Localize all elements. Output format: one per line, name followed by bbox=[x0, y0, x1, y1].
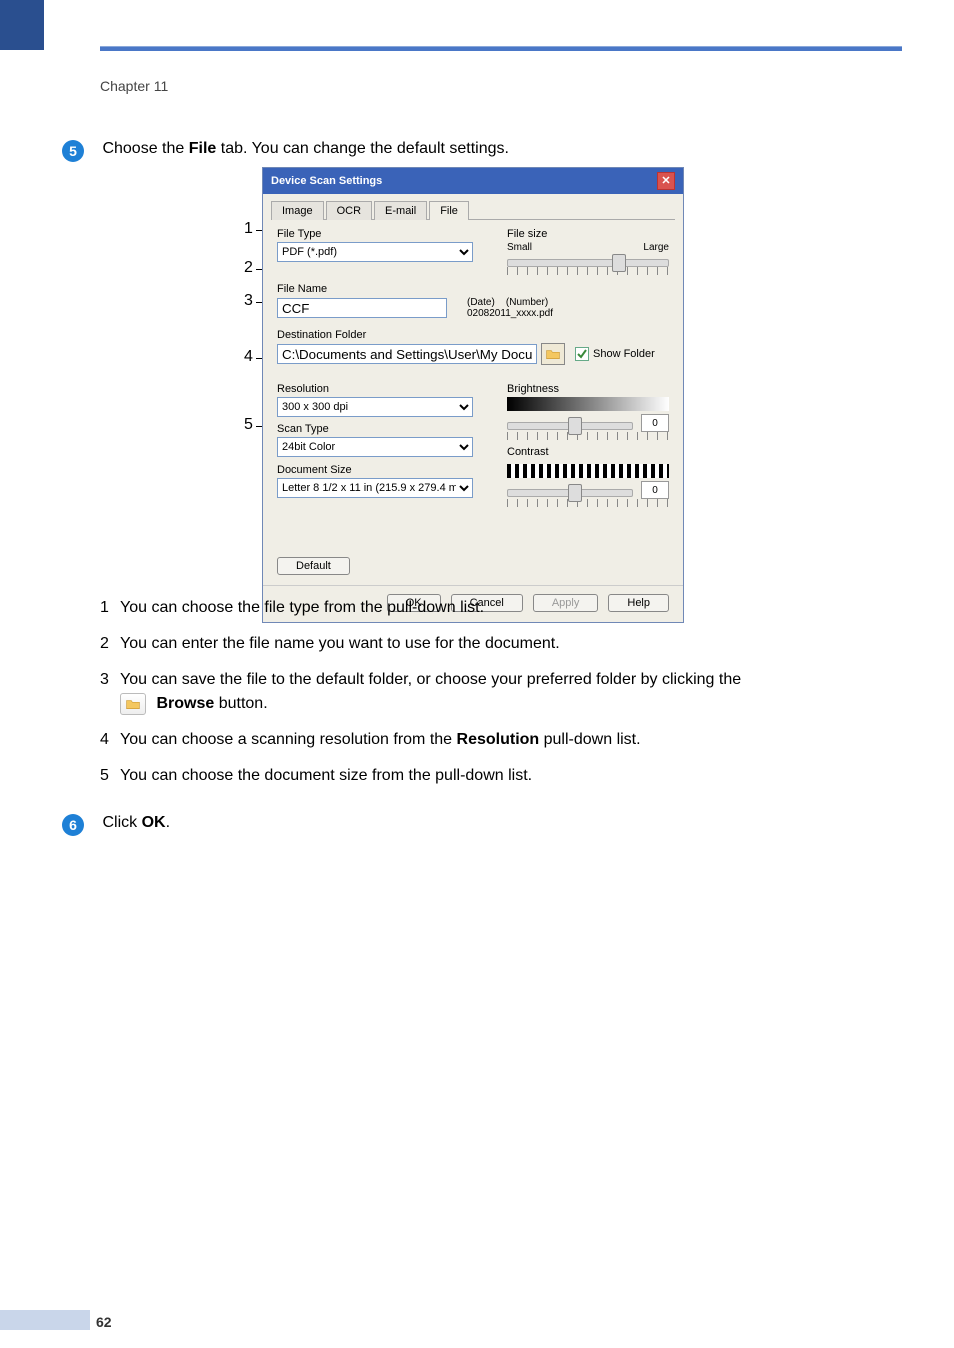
text: tab. You can change the default settings… bbox=[216, 140, 509, 157]
brightness-gradient bbox=[507, 397, 669, 411]
text: Click bbox=[102, 814, 141, 831]
text-bold: OK bbox=[142, 814, 166, 831]
dest-folder-input[interactable] bbox=[277, 344, 537, 364]
page-number: 62 bbox=[96, 1314, 112, 1330]
text: You can save the file to the default fol… bbox=[120, 671, 741, 688]
text: . bbox=[166, 814, 170, 831]
page-num-bg bbox=[0, 1310, 90, 1330]
list-item: 2 You can enter the file name you want t… bbox=[100, 632, 894, 656]
doc-size-select[interactable]: Letter 8 1/2 x 11 in (215.9 x 279.4 mm) bbox=[277, 478, 473, 498]
dest-folder-label: Destination Folder bbox=[277, 329, 669, 341]
scan-type-select[interactable]: 24bit Color bbox=[277, 437, 473, 457]
brightness-value: 0 bbox=[641, 414, 669, 432]
text-bold: Browse bbox=[156, 695, 214, 712]
date-label: (Date) bbox=[467, 297, 495, 308]
file-size-large: Large bbox=[643, 242, 669, 253]
file-size-label: File size bbox=[507, 228, 669, 240]
contrast-gradient bbox=[507, 464, 669, 478]
device-scan-settings-dialog: Device Scan Settings ✕ Image OCR E-mail … bbox=[262, 167, 684, 623]
list-no: 4 bbox=[100, 728, 120, 752]
step-6-text: Click OK. bbox=[102, 814, 170, 831]
browse-button[interactable] bbox=[541, 343, 565, 365]
header-divider bbox=[100, 46, 902, 51]
folder-icon bbox=[126, 698, 140, 710]
chapter-label: Chapter 11 bbox=[100, 78, 168, 94]
callout-1: 1 bbox=[244, 220, 253, 238]
file-type-select[interactable]: PDF (*.pdf) bbox=[277, 242, 473, 262]
contrast-slider[interactable] bbox=[507, 489, 633, 497]
resolution-label: Resolution bbox=[277, 383, 477, 395]
contrast-value: 0 bbox=[641, 481, 669, 499]
dialog-titlebar: Device Scan Settings ✕ bbox=[263, 168, 683, 194]
list-item: 1 You can choose the file type from the … bbox=[100, 596, 894, 620]
text-bold: Resolution bbox=[457, 731, 540, 748]
callout-2: 2 bbox=[244, 259, 253, 277]
step-badge-5: 5 bbox=[62, 140, 84, 162]
dialog-title: Device Scan Settings bbox=[271, 175, 382, 187]
list-no: 5 bbox=[100, 764, 120, 788]
tab-image[interactable]: Image bbox=[271, 201, 324, 220]
text-bold: File bbox=[189, 140, 217, 157]
tab-ocr[interactable]: OCR bbox=[326, 201, 372, 220]
list-item: 3 You can save the file to the default f… bbox=[100, 668, 894, 716]
default-button[interactable]: Default bbox=[277, 557, 350, 575]
brightness-label: Brightness bbox=[507, 383, 669, 395]
callout-4: 4 bbox=[244, 348, 253, 366]
file-type-label: File Type bbox=[277, 228, 477, 240]
show-folder-label: Show Folder bbox=[593, 348, 655, 360]
folder-icon bbox=[546, 348, 560, 360]
text: Choose the bbox=[102, 140, 188, 157]
list-text: You can choose the file type from the pu… bbox=[120, 596, 894, 620]
list-text: You can choose the document size from th… bbox=[120, 764, 894, 788]
show-folder-checkbox[interactable] bbox=[575, 347, 589, 361]
tabs: Image OCR E-mail File bbox=[271, 200, 675, 220]
section-tab bbox=[0, 0, 44, 50]
text: button. bbox=[219, 695, 268, 712]
text: You can choose a scanning resolution fro… bbox=[120, 731, 457, 748]
list-text: You can choose a scanning resolution fro… bbox=[120, 728, 894, 752]
brightness-slider[interactable] bbox=[507, 422, 633, 430]
file-name-label: File Name bbox=[277, 283, 669, 295]
scan-type-label: Scan Type bbox=[277, 423, 477, 435]
close-icon[interactable]: ✕ bbox=[657, 172, 675, 190]
file-size-small: Small bbox=[507, 242, 532, 253]
callout-5: 5 bbox=[244, 416, 253, 434]
number-label: (Number) bbox=[506, 297, 548, 308]
list-text: You can enter the file name you want to … bbox=[120, 632, 894, 656]
file-size-slider[interactable] bbox=[507, 259, 669, 267]
file-name-example: 02082011_xxxx.pdf bbox=[467, 308, 553, 319]
resolution-select[interactable]: 300 x 300 dpi bbox=[277, 397, 473, 417]
list-item: 4 You can choose a scanning resolution f… bbox=[100, 728, 894, 752]
list-item: 5 You can choose the document size from … bbox=[100, 764, 894, 788]
tab-email[interactable]: E-mail bbox=[374, 201, 427, 220]
step-5-text: Choose the File tab. You can change the … bbox=[102, 140, 509, 157]
list-text: You can save the file to the default fol… bbox=[120, 668, 894, 716]
contrast-label: Contrast bbox=[507, 446, 669, 458]
list-no: 2 bbox=[100, 632, 120, 656]
callout-3: 3 bbox=[244, 292, 253, 310]
text: pull-down list. bbox=[539, 731, 640, 748]
tab-file[interactable]: File bbox=[429, 201, 469, 220]
list-no: 1 bbox=[100, 596, 120, 620]
step-badge-6: 6 bbox=[62, 814, 84, 836]
list-no: 3 bbox=[100, 668, 120, 692]
file-name-input[interactable] bbox=[277, 298, 447, 318]
doc-size-label: Document Size bbox=[277, 464, 477, 476]
browse-icon bbox=[120, 693, 146, 715]
